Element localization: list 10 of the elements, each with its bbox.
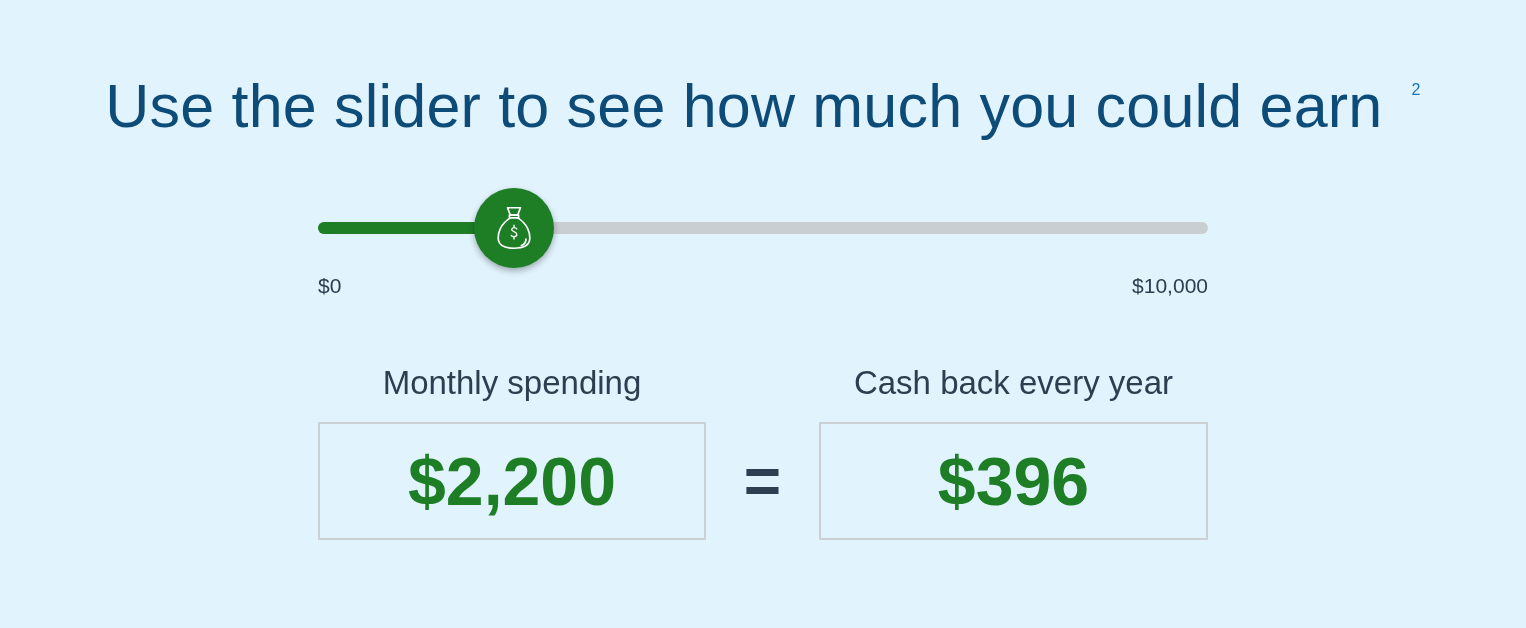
money-bag-icon [494, 205, 533, 251]
slider-handle[interactable] [473, 188, 554, 268]
slider-max-label: $10,000 [1132, 274, 1208, 298]
heading: Use the slider to see how much you could earn $^{2}$ [105, 71, 1421, 142]
equals-sign: = [742, 444, 783, 519]
amount-display: $396 [819, 422, 1208, 540]
result-label: Cash back every year [852, 364, 1175, 402]
result-label: Monthly spending [381, 364, 643, 402]
amount-display: $2,200 [318, 422, 706, 540]
slider-min-label: $0 [318, 274, 342, 298]
